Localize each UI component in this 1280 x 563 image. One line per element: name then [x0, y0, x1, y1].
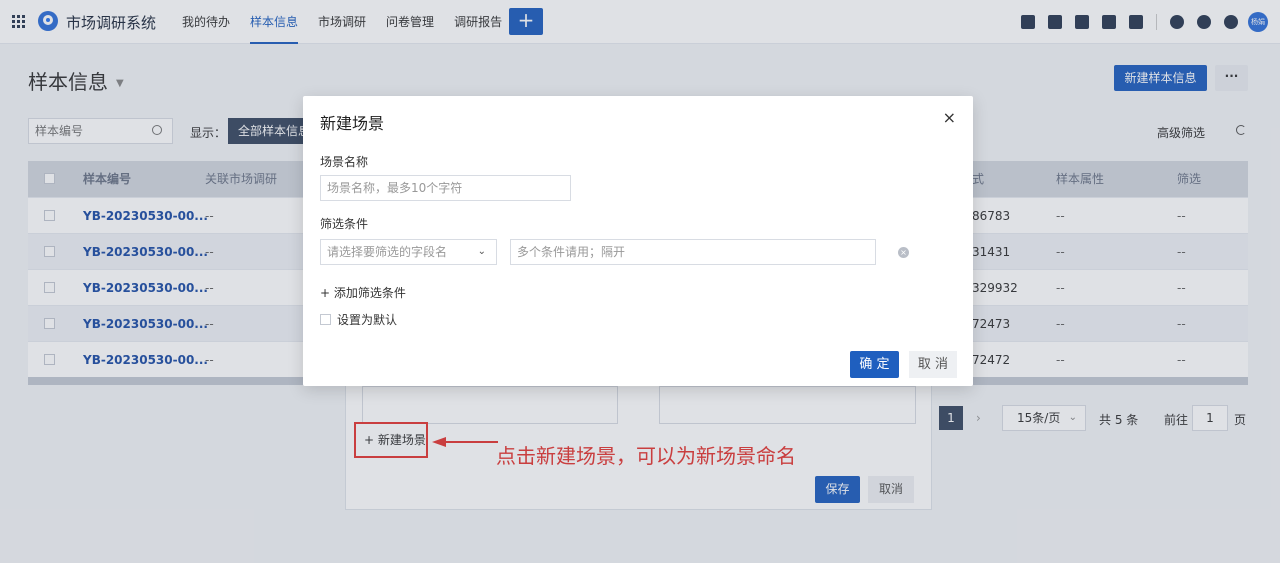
filter-field-placeholder: 请选择要筛选的字段名	[327, 245, 448, 259]
chevron-down-icon: ⌄	[477, 246, 486, 257]
filter-field-select[interactable]: 请选择要筛选的字段名 ⌄	[320, 239, 497, 265]
scene-name-label: 场景名称	[320, 155, 369, 169]
set-default-label[interactable]: 设置为默认	[337, 311, 397, 328]
filter-condition-label: 筛选条件	[320, 217, 369, 231]
close-icon[interactable]: ×	[943, 108, 956, 127]
new-scene-dialog: 新建场景 × 场景名称 场景名称，最多10个字符 筛选条件 请选择要筛选的字段名…	[303, 96, 973, 386]
set-default-checkbox[interactable]	[320, 314, 331, 325]
scene-name-input[interactable]: 场景名称，最多10个字符	[320, 175, 571, 201]
dialog-cancel-button[interactable]: 取 消	[909, 351, 957, 378]
add-condition-button[interactable]: + 添加筛选条件	[320, 284, 406, 301]
filter-condition-input[interactable]: 多个条件请用；隔开	[510, 239, 876, 265]
confirm-button[interactable]: 确 定	[850, 351, 899, 378]
dialog-title: 新建场景	[320, 114, 385, 133]
remove-condition-icon[interactable]: ×	[898, 247, 909, 258]
